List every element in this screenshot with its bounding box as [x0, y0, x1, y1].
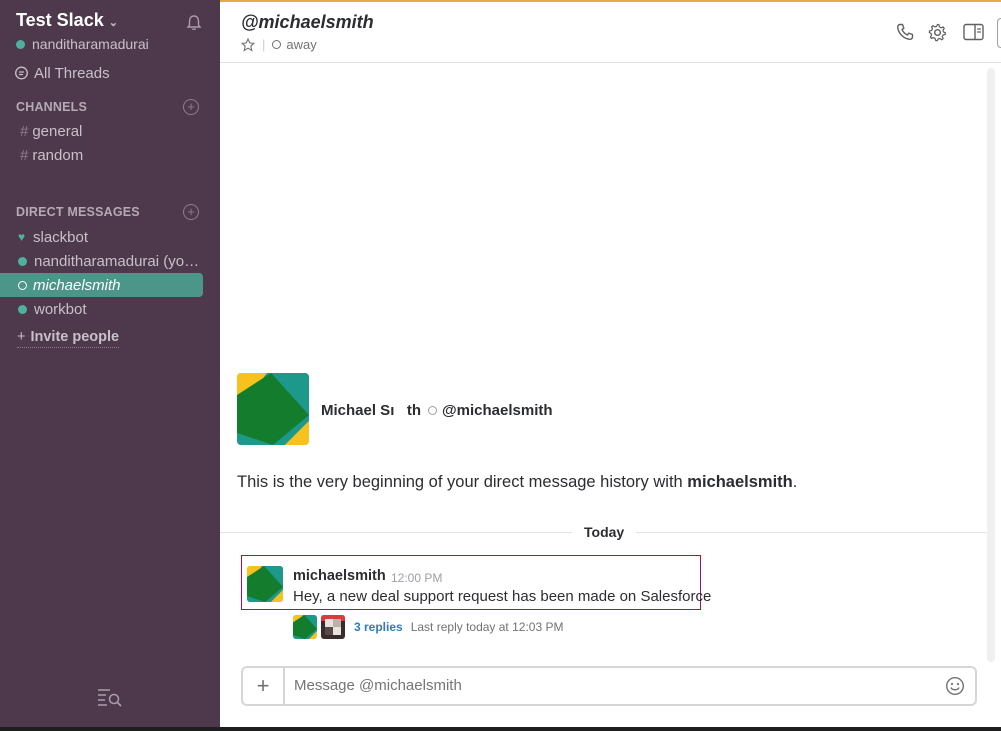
- intro-display-name[interactable]: Michael Sı th: [321, 402, 421, 419]
- sidebar-item-michaelsmith[interactable]: michaelsmith: [0, 273, 203, 297]
- divider: |: [262, 37, 266, 52]
- all-threads-label: All Threads: [34, 65, 110, 82]
- presence-label: away: [286, 37, 317, 52]
- presence-online-icon: [18, 256, 27, 266]
- sidebar-item-random[interactable]: # random: [20, 147, 83, 164]
- dm-label: michaelsmith: [33, 276, 121, 294]
- presence-away-icon: [428, 406, 438, 415]
- presence-away-icon: [272, 40, 282, 49]
- presence-away-icon: [18, 280, 27, 290]
- intro-text: This is the very beginning of your direc…: [237, 473, 797, 492]
- channel-title[interactable]: @michaelsmith: [241, 12, 374, 33]
- replies-link[interactable]: 3 replies: [354, 620, 403, 634]
- intro-text-suffix: .: [792, 473, 798, 491]
- dm-label: workbot: [34, 300, 87, 318]
- threads-icon: [15, 66, 28, 80]
- intro-text-user[interactable]: michaelsmith: [687, 473, 792, 491]
- add-dm-icon[interactable]: +: [183, 204, 199, 220]
- sidebar-item-workbot[interactable]: workbot: [0, 297, 203, 321]
- message-input[interactable]: [294, 677, 894, 694]
- plus-icon: +: [17, 329, 26, 345]
- sidebar-item-general[interactable]: # general: [20, 123, 82, 140]
- desktop-background-strip: [0, 727, 1001, 731]
- channel-meta: | away: [241, 37, 317, 52]
- emoji-icon[interactable]: [945, 676, 965, 696]
- channels-header[interactable]: CHANNELS: [16, 100, 87, 114]
- presence-online-icon: [18, 304, 27, 314]
- reply-avatar: [321, 615, 345, 639]
- message-item[interactable]: michaelsmith 12:00 PM Hey, a new deal su…: [241, 555, 711, 610]
- hash-icon: #: [20, 147, 29, 164]
- direct-messages-header[interactable]: DIRECT MESSAGES: [16, 205, 140, 219]
- main-pane: @michaelsmith | away Michael Sı th @mich…: [220, 0, 1001, 727]
- team-name: Test Slack: [16, 10, 104, 30]
- channel-header: @michaelsmith | away: [220, 2, 1001, 63]
- team-menu[interactable]: Test Slack ⌄: [16, 10, 118, 31]
- presence-online-icon: [16, 39, 25, 49]
- sidebar-item-all-threads[interactable]: All Threads: [14, 65, 110, 82]
- heart-icon: ♥: [18, 230, 26, 244]
- intro-text-prefix: This is the very beginning of your direc…: [237, 473, 683, 491]
- dm-label: nanditharamadurai (yo…: [34, 252, 200, 270]
- invite-label: Invite people: [30, 329, 120, 345]
- avatar-image: [237, 373, 309, 445]
- sidebar-item-self[interactable]: nanditharamadurai (yo…: [0, 249, 203, 273]
- reply-avatar: [293, 615, 317, 639]
- message-text: Hey, a new deal support request has been…: [293, 588, 712, 605]
- last-reply-text: Last reply today at 12:03 PM: [410, 620, 564, 634]
- sidebar-item-slackbot[interactable]: ♥ slackbot: [0, 225, 203, 249]
- channel-label: random: [32, 147, 84, 164]
- intro-handle[interactable]: @michaelsmith: [442, 402, 553, 419]
- quick-switcher-icon[interactable]: [97, 687, 123, 707]
- intro-header: Michael Sı th @michaelsmith: [321, 402, 553, 419]
- day-divider-label: Today: [572, 524, 637, 540]
- attach-plus-button[interactable]: +: [243, 668, 285, 704]
- message-timestamp[interactable]: 12:00 PM: [391, 571, 442, 585]
- message-author[interactable]: michaelsmith: [293, 568, 386, 584]
- avatar[interactable]: [247, 566, 283, 602]
- phone-icon[interactable]: [896, 23, 914, 41]
- bell-icon[interactable]: [185, 14, 203, 32]
- current-user[interactable]: nanditharamadurai: [16, 36, 149, 52]
- star-icon[interactable]: [241, 37, 255, 52]
- avatar-image: [247, 566, 283, 602]
- message-composer: +: [241, 666, 977, 706]
- gear-icon[interactable]: [928, 23, 947, 42]
- avatar[interactable]: [237, 373, 309, 445]
- chevron-down-icon: ⌄: [108, 16, 118, 29]
- sidebar: Test Slack ⌄ nanditharamadurai All Threa…: [0, 0, 220, 727]
- channel-label: general: [32, 123, 83, 140]
- thread-summary[interactable]: 3 replies Last reply today at 12:03 PM: [293, 615, 563, 639]
- more-menu-edge[interactable]: [997, 18, 1001, 48]
- hash-icon: #: [20, 123, 29, 140]
- dm-label: slackbot: [33, 228, 89, 246]
- sidebar-toggle-icon[interactable]: [963, 23, 984, 41]
- invite-people-link[interactable]: + Invite people: [17, 329, 120, 348]
- current-user-name: nanditharamadurai: [32, 36, 149, 52]
- add-channel-icon[interactable]: +: [183, 99, 199, 115]
- scrollbar[interactable]: [987, 68, 995, 662]
